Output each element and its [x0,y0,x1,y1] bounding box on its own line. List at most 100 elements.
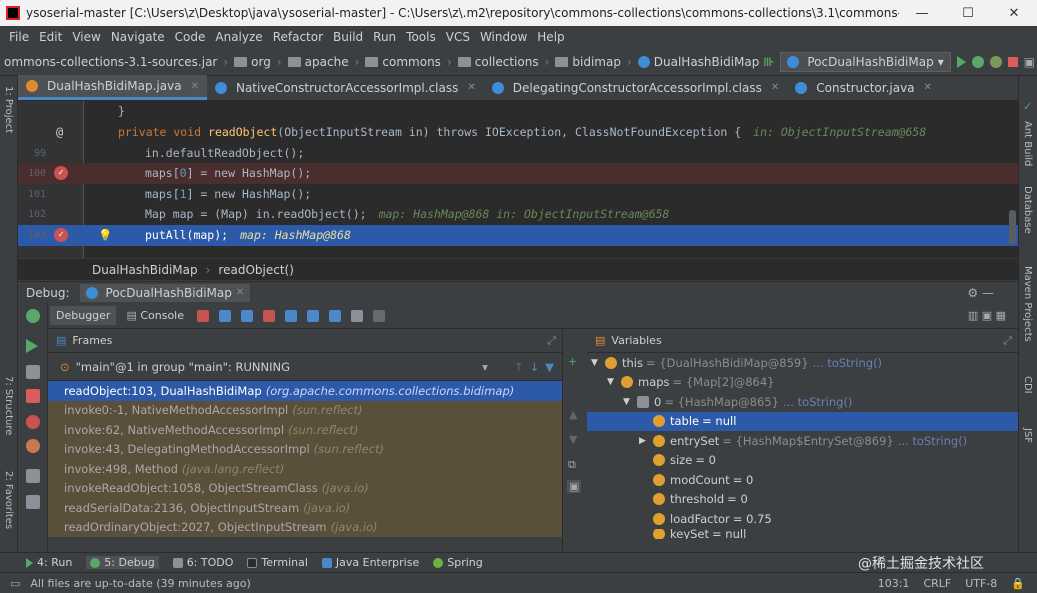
coverage-icon[interactable] [989,55,1002,68]
menu-build[interactable]: Build [328,30,368,44]
close-icon[interactable]: ✕ [771,82,779,93]
show-execution-point-icon[interactable] [197,309,210,322]
code-line[interactable]: 101 maps[1] = new HashMap(); [18,184,1018,205]
menu-view[interactable]: View [67,30,105,44]
maven-tool-tab[interactable]: Maven Projects [1022,266,1033,342]
step-out-icon[interactable] [285,309,298,322]
menu-refactor[interactable]: Refactor [268,30,328,44]
arrow-down-icon[interactable]: ↓ [530,360,540,374]
get-thread-dump-icon[interactable] [26,469,40,483]
menu-vcs[interactable]: VCS [441,30,475,44]
frame-item[interactable]: invoke0:-1, NativeMethodAccessorImpl (sun… [48,400,562,420]
structure-tool-tab[interactable]: 7: Structure [3,376,14,435]
ant-build-tool-tab[interactable]: Ant Build [1022,121,1033,166]
tab-console[interactable]: ▤ Console [120,306,190,325]
close-icon[interactable]: ✕ [191,81,199,92]
stop-icon[interactable] [26,389,40,403]
menu-window[interactable]: Window [475,30,532,44]
menu-tools[interactable]: Tools [401,30,441,44]
code-line[interactable]: @ private void readObject(ObjectInputStr… [18,122,1018,143]
frame-item[interactable]: invoke:43, DelegatingMethodAccessorImpl(… [48,439,562,459]
menu-navigate[interactable]: Navigate [106,30,170,44]
line-separator[interactable]: CRLF [923,577,951,590]
debug-session-tab[interactable]: PocDualHashBidiMap ✕ [79,283,251,302]
cdi-tool-tab[interactable]: CDI [1022,376,1033,394]
evaluate-icon[interactable] [351,309,364,322]
menu-edit[interactable]: Edit [34,30,67,44]
favorites-tool-tab[interactable]: 2: Favorites [3,471,14,529]
step-over-icon[interactable] [219,309,232,322]
tab-constructor[interactable]: Constructor.java ✕ [787,75,940,100]
variable-row[interactable]: modCount = 0 [587,470,1018,490]
database-tool-tab[interactable]: Database [1022,186,1033,234]
variable-row[interactable]: ▶ entrySet = {HashMap$EntrySet@869} ... toS… [587,431,1018,451]
code-line[interactable]: } [18,101,1018,122]
arrow-up-icon[interactable]: ↑ [514,360,524,374]
lightbulb-icon[interactable]: 💡 [98,228,112,242]
pin-icon[interactable]: ⤢ [1003,334,1018,348]
variable-row[interactable]: ▼ maps = {Map[2]@864} [587,373,1018,393]
menu-help[interactable]: Help [532,30,569,44]
frame-item[interactable]: invoke:62, NativeMethodAccessorImpl (sun.… [48,420,562,440]
frame-item[interactable]: readObject:103, DualHashBidiMap (org.apac… [48,381,562,401]
run-tool-button[interactable]: 4: Run [26,556,72,569]
menu-run[interactable]: Run [368,30,401,44]
frame-item[interactable]: invokeReadObject:1058, ObjectStreamClass… [48,478,562,498]
code-line[interactable]: 102 Map map = (Map) in.readObject(); map:… [18,204,1018,225]
java-enterprise-tool-button[interactable]: Java Enterprise [321,556,419,569]
expand-arrow-icon[interactable]: ▼ [591,358,601,368]
variable-row[interactable]: size = 0 [587,451,1018,471]
maximize-button[interactable]: ☐ [945,6,991,21]
nav-crumb-commons[interactable]: commons [361,55,445,69]
menu-code[interactable]: Code [170,30,211,44]
arrow-down-icon[interactable]: ▼ [569,433,577,446]
nav-crumb-apache[interactable]: apache [284,55,353,69]
todo-tool-button[interactable]: 6: TODO [172,556,233,569]
variable-row[interactable]: loadFactor = 0.75 [587,509,1018,529]
expand-arrow-icon[interactable]: ▼ [623,397,633,407]
tab-dualhashbidimap[interactable]: DualHashBidiMap.java ✕ [18,75,207,100]
trace-icon[interactable] [373,309,386,322]
arrow-up-icon[interactable]: ▲ [569,408,577,421]
code-editor[interactable]: } @ private void readObject(ObjectInputS… [18,101,1018,258]
copy-icon[interactable]: ⧉ [568,458,576,472]
thread-selector[interactable]: ⊙ "main"@1 in group "main": RUNNING ▾ ↑ … [48,353,562,381]
drop-frame-icon[interactable] [307,309,320,322]
menu-file[interactable]: File [4,30,34,44]
nav-crumb-jar[interactable]: ommons-collections-3.1-sources.jar [0,55,221,69]
breakpoint-icon[interactable]: ✓ [54,166,68,181]
run-icon[interactable] [956,55,966,68]
code-line-execution-point[interactable]: 103 ✓ 💡 putAll(map); map: HashMap@868 [18,225,1018,246]
breadcrumb-method[interactable]: readObject() [218,263,293,277]
debug-tool-button[interactable]: 5: Debug [86,556,159,569]
breadcrumb-class[interactable]: DualHashBidiMap [92,263,198,277]
filter-icon[interactable]: ▼ [545,360,562,374]
variable-row[interactable]: ▼ 0 = {HashMap@865} ... toString() [587,392,1018,412]
breakpoint-icon[interactable]: ✓ [54,228,68,243]
variable-row-selected[interactable]: table = null [587,411,1018,431]
variable-row[interactable]: keySet = null [587,528,1018,539]
step-into-icon[interactable] [241,309,254,322]
chevron-down-icon[interactable]: ▾ [482,360,488,374]
variable-tostring-link[interactable]: ... toString() [813,356,882,370]
close-window-button[interactable]: ✕ [991,6,1037,21]
close-icon[interactable]: ✕ [924,82,932,93]
build-icon[interactable]: ⊪ [763,55,774,69]
expand-arrow-icon[interactable]: ▶ [639,436,649,446]
gear-icon[interactable]: ⚙ — [967,286,1018,300]
variable-row[interactable]: ▼ this = {DualHashBidiMap@859} ... toString… [587,353,1018,373]
project-structure-icon[interactable]: ▣ [1024,55,1035,69]
code-line-breakpoint[interactable]: 100 ✓ maps[0] = new HashMap(); [18,163,1018,184]
expand-arrow-icon[interactable]: ▼ [607,377,617,387]
lock-icon[interactable]: 🔒 [1011,577,1025,590]
close-icon[interactable]: ✕ [236,287,244,298]
caret-position[interactable]: 103:1 [878,577,910,590]
rerun-icon[interactable] [26,309,40,323]
resume-icon[interactable] [26,339,38,353]
terminal-tool-button[interactable]: Terminal [247,556,308,569]
run-config-select[interactable]: PocDualHashBidiMap ▾ [780,51,951,72]
close-icon[interactable]: ✕ [467,82,475,93]
minimize-button[interactable]: — [899,6,945,21]
variable-tostring-link[interactable]: ... toString() [898,434,967,448]
frame-item[interactable]: invoke:498, Method (java.lang.reflect) [48,459,562,479]
